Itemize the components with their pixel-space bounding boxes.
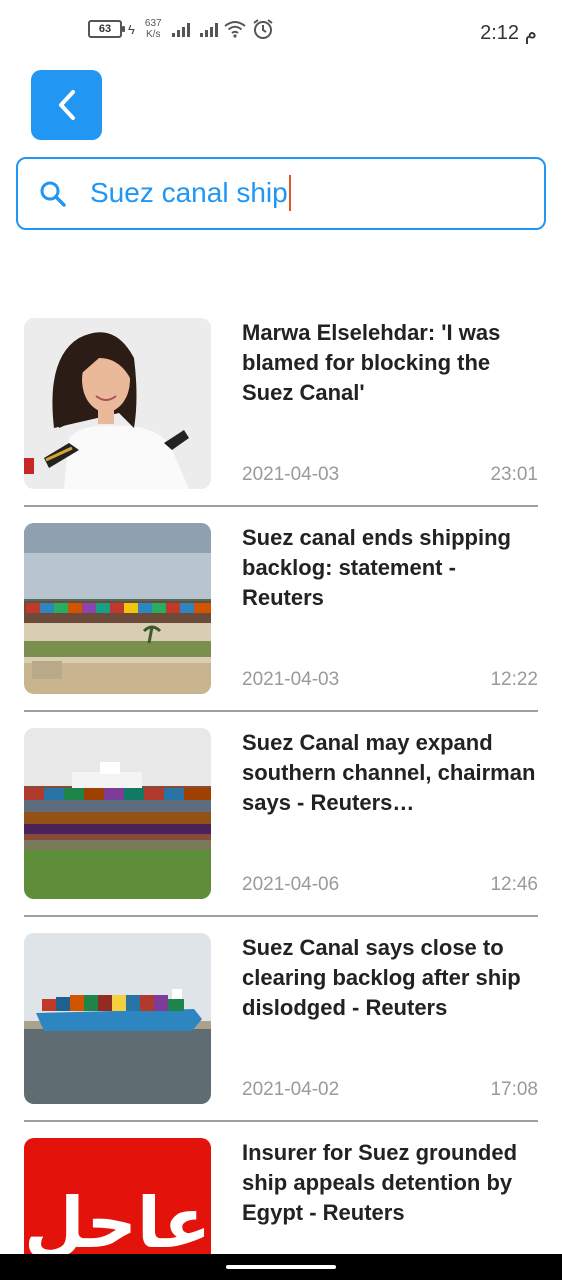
- search-icon: [40, 181, 66, 207]
- news-item[interactable]: Marwa Elselehdar: 'I was blamed for bloc…: [0, 310, 562, 507]
- back-button[interactable]: [31, 70, 102, 140]
- news-item[interactable]: Suez Canal says close to clearing backlo…: [0, 925, 562, 1122]
- article-headline: Suez canal ends shipping backlog: statem…: [242, 525, 511, 610]
- article-headline: Suez Canal says close to clearing backlo…: [242, 935, 521, 1020]
- alarm-icon: [252, 19, 273, 39]
- search-input[interactable]: Suez canal ship: [90, 173, 291, 213]
- text-caret: [288, 175, 291, 211]
- speed-unit: K/s: [146, 29, 161, 40]
- battery-icon: 63: [88, 20, 125, 38]
- article-date: 2021-04-03: [242, 669, 340, 690]
- article-thumbnail: [24, 728, 211, 899]
- news-item[interactable]: Suez canal ends shipping backlog: statem…: [0, 515, 562, 712]
- signal-2-icon: [199, 21, 218, 37]
- article-date: 2021-04-03: [242, 464, 340, 485]
- article-headline: Insurer for Suez grounded ship appeals d…: [242, 1140, 518, 1225]
- search-query: Suez canal ship: [90, 177, 288, 208]
- status-bar: 63 ϟ 637 K/s 2:12 م: [0, 0, 562, 64]
- search-field[interactable]: Suez canal ship: [16, 157, 546, 230]
- article-time: 23:01: [490, 464, 538, 485]
- article-headline: Suez Canal may expand southern channel, …: [242, 730, 536, 815]
- article-thumbnail: [24, 318, 211, 489]
- charging-icon: ϟ: [128, 21, 135, 37]
- article-date: 2021-04-06: [242, 874, 340, 895]
- signal-icon: [171, 21, 190, 37]
- system-nav-bar: [0, 1254, 562, 1280]
- speed-value: 637: [144, 18, 162, 29]
- wifi-icon: [223, 21, 246, 38]
- article-time: 12:46: [490, 874, 538, 895]
- chevron-left-icon: [58, 90, 75, 120]
- article-time: 12:22: [490, 669, 538, 690]
- news-item[interactable]: Suez Canal may expand southern channel, …: [0, 720, 562, 917]
- divider: [24, 1120, 538, 1122]
- article-headline: Marwa Elselehdar: 'I was blamed for bloc…: [242, 320, 501, 405]
- divider: [24, 915, 538, 917]
- article-date: 2021-04-02: [242, 1079, 340, 1100]
- divider: [24, 505, 538, 507]
- battery-level: 63: [98, 23, 112, 35]
- divider: [24, 710, 538, 712]
- clock: 2:12 م: [480, 22, 537, 44]
- article-thumbnail: [24, 933, 211, 1104]
- network-speed: 637 K/s: [145, 18, 162, 40]
- home-gesture-handle[interactable]: [226, 1265, 336, 1269]
- article-time: 17:08: [490, 1079, 538, 1100]
- article-thumbnail: [24, 523, 211, 694]
